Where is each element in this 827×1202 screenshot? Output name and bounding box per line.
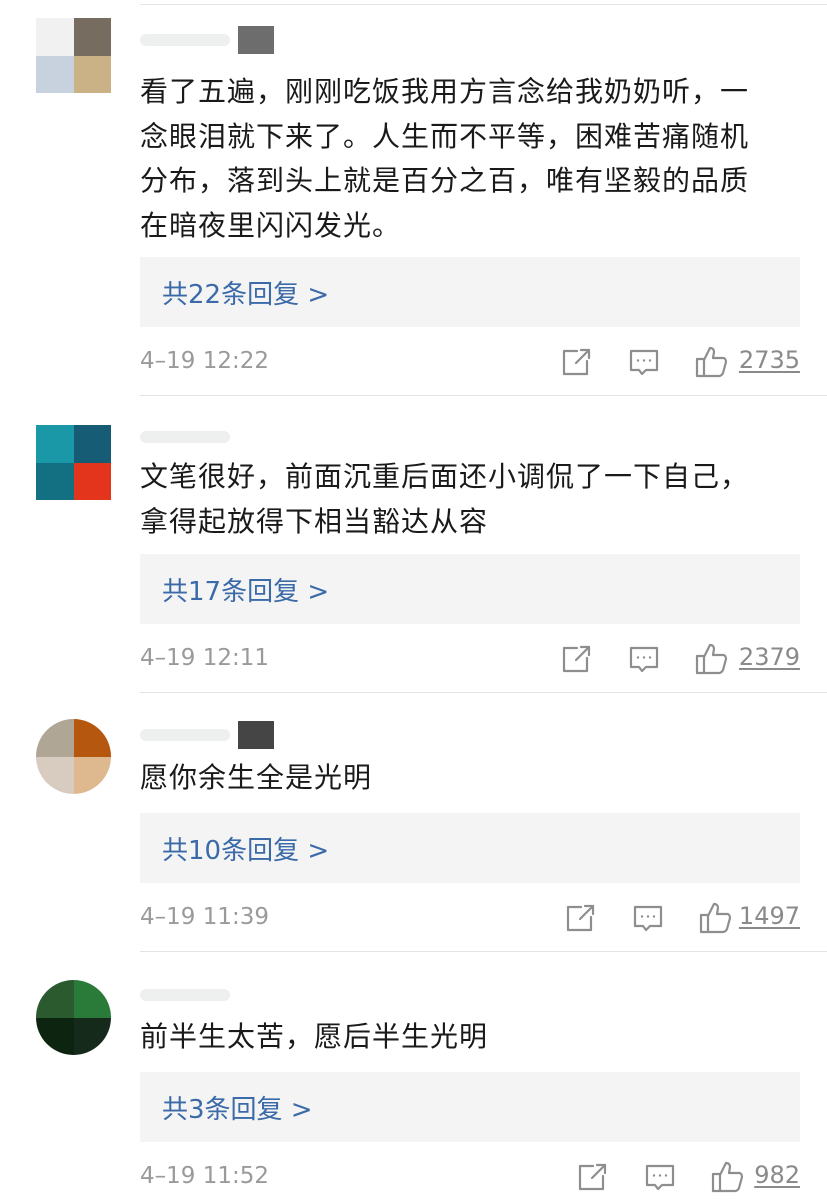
comment-meta: 4–19 12:11 2379 [140,639,800,679]
share-icon [578,1163,607,1191]
avatar-tile [36,719,74,757]
comment-line: 前半生太苦，愿后半生光明 [140,1020,489,1053]
thumbs-up-icon [695,346,728,378]
avatar-tile [238,26,274,54]
avatar-tile [36,756,74,794]
avatar[interactable] [36,980,111,1055]
avatar[interactable] [36,719,111,794]
avatar-tile [73,756,111,794]
avatar-tile [238,721,274,749]
avatar-tile [73,980,111,1018]
comment-meta: 4–19 12:22 2735 [140,342,800,382]
share-icon[interactable] [556,342,596,382]
thumbs-up-icon[interactable] [696,898,736,938]
comment-text: 看了五遍，刚刚吃饭我用方言念给我奶奶听，一 念眼泪就下来了。人生而不平等，困难苦… [140,70,800,249]
username[interactable] [140,980,300,1010]
comment-line: 看了五遍，刚刚吃饭我用方言念给我奶奶听，一 [140,75,750,108]
comment-icon[interactable] [624,342,664,382]
avatar[interactable] [36,18,111,93]
like-count[interactable]: 1497 [739,902,800,930]
comment-line: 分布，落到头上就是百分之百，唯有坚毅的品质 [140,164,750,198]
like-count[interactable]: 982 [754,1161,800,1189]
comment-divider [140,951,827,952]
comment-meta: 4–19 11:39 1497 [140,898,800,938]
comment-line: 在暗夜里闪闪发光。 [140,209,402,243]
username[interactable] [140,720,300,750]
avatar-tile [73,1017,111,1055]
comment-text: 文笔很好，前面沉重后面还小调侃了一下自己， 拿得起放得下相当豁达从容 [140,455,800,544]
view-replies-button[interactable]: 共10条回复 > [140,813,800,883]
comment-divider [140,692,827,693]
comment-line: 愿你余生全是光明 [140,761,373,794]
like-count[interactable]: 2735 [739,346,800,374]
avatar-tile [36,425,74,463]
avatar-tile [73,18,111,56]
comment-line: 念眼泪就下来了。人生而不平等，困难苦痛随机 [140,119,750,153]
comment-line: 拿得起放得下相当豁达从容 [140,504,489,538]
comment-icon[interactable] [640,1157,680,1197]
timestamp: 4–19 12:11 [140,645,269,671]
thumbs-up-icon [695,643,728,675]
avatar-tile [36,55,74,93]
comment-icon[interactable] [628,898,668,938]
avatar-tile [36,980,74,1018]
share-icon[interactable] [556,639,596,679]
view-replies-button[interactable]: 共3条回复 > [140,1072,800,1142]
comment-divider [140,395,827,396]
top-divider [140,4,827,5]
username[interactable] [140,422,300,452]
timestamp: 4–19 12:22 [140,348,269,374]
view-replies-button[interactable]: 共22条回复 > [140,257,800,327]
like-count[interactable]: 2379 [739,643,800,671]
timestamp: 4–19 11:52 [140,1163,269,1189]
thumbs-up-icon [711,1161,744,1193]
comment-meta: 4–19 11:52 982 [140,1157,800,1197]
thumbs-up-icon[interactable] [708,1157,748,1197]
comment-feed: 看了五遍，刚刚吃饭我用方言念给我奶奶听，一 念眼泪就下来了。人生而不平等，困难苦… [0,0,827,1202]
avatar-tile [73,425,111,463]
share-icon[interactable] [572,1157,612,1197]
comment-icon [633,905,663,932]
avatar-tile [36,18,74,56]
comment-icon [629,349,659,376]
share-icon [566,904,595,932]
avatar-tile [73,719,111,757]
share-icon [562,645,591,673]
thumbs-up-icon[interactable] [692,342,732,382]
comment-icon[interactable] [624,639,664,679]
share-icon [562,348,591,376]
comment-text: 愿你余生全是光明 [140,756,800,801]
comment-text: 前半生太苦，愿后半生光明 [140,1015,800,1060]
comment-icon [629,646,659,673]
avatar-tile [73,55,111,93]
thumbs-up-icon [699,902,732,934]
avatar[interactable] [36,425,111,500]
share-icon[interactable] [560,898,600,938]
thumbs-up-icon[interactable] [692,639,732,679]
comment-icon [645,1164,675,1191]
avatar-tile [73,462,111,500]
avatar-tile [36,1017,74,1055]
comment-line: 文笔很好，前面沉重后面还小调侃了一下自己， [140,460,750,493]
view-replies-button[interactable]: 共17条回复 > [140,554,800,624]
username[interactable] [140,25,300,55]
timestamp: 4–19 11:39 [140,904,269,930]
avatar-tile [36,462,74,500]
